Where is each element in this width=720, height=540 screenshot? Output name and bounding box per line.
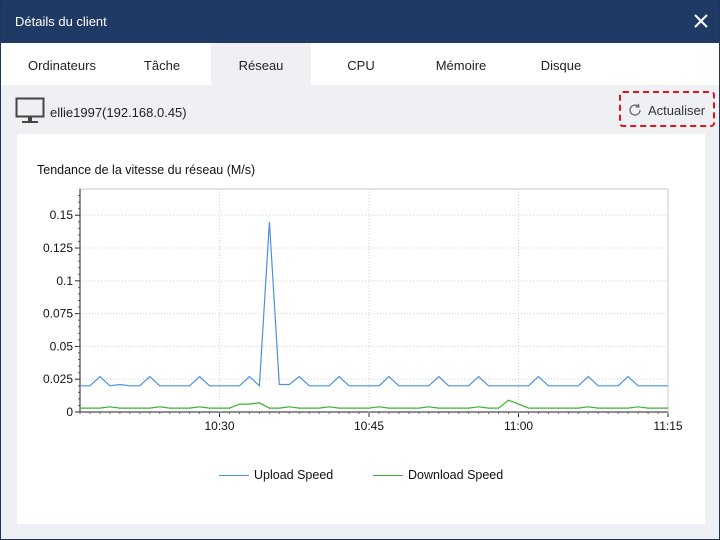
y-tick-label: 0.15	[50, 208, 74, 222]
y-tick-label: 0.075	[43, 307, 73, 321]
client-details-window: Détails du client Ordinateurs Tâche Rése…	[0, 0, 720, 540]
upload-speed-line	[80, 221, 668, 388]
client-name: ellie1997(192.168.0.45)	[50, 105, 187, 120]
x-tick-label: 11:00	[504, 419, 533, 433]
refresh-button[interactable]: Actualiser	[619, 91, 715, 127]
tab-reseau[interactable]: Réseau	[211, 43, 311, 85]
tab-ordinateurs[interactable]: Ordinateurs	[1, 43, 123, 85]
x-tick-label: 10:45	[354, 419, 384, 433]
refresh-icon	[629, 103, 641, 116]
close-icon[interactable]	[689, 9, 713, 33]
tab-tache[interactable]: Tâche	[123, 43, 201, 85]
y-tick-label: 0.025	[43, 372, 73, 386]
y-tick-label: 0.125	[43, 241, 73, 255]
x-tick-label: 10:30	[205, 419, 235, 433]
y-tick-label: 0.1	[56, 274, 73, 288]
network-chart-panel: Tendance de la vitesse du réseau (M/s) 0…	[17, 134, 705, 524]
download-speed-line	[80, 399, 668, 409]
tab-bar: Ordinateurs Tâche Réseau CPU Mémoire Dis…	[1, 43, 719, 85]
client-info-bar: ellie1997(192.168.0.45) Actualiser	[1, 85, 719, 133]
refresh-label: Actualiser	[648, 103, 706, 118]
title-bar: Détails du client	[1, 1, 719, 43]
y-tick-label: 0	[66, 405, 73, 419]
legend-upload-swatch	[219, 475, 249, 476]
tab-cpu[interactable]: CPU	[321, 43, 401, 85]
monitor-icon	[15, 97, 45, 123]
legend-upload-label: Upload Speed	[254, 468, 334, 482]
tab-disque[interactable]: Disque	[516, 43, 606, 85]
y-tick-label: 0.05	[50, 339, 74, 353]
x-tick-label: 11:15	[653, 419, 682, 433]
plot-frame	[79, 188, 669, 413]
network-speed-chart: 0 0.025 0.05 0.075 0.1 0.125 0.15 10:30 10:45 11:…	[43, 188, 683, 433]
window-title: Détails du client	[15, 14, 107, 29]
legend-download-label: Download Speed	[408, 468, 504, 482]
legend-download-swatch	[373, 475, 403, 476]
tab-memoire[interactable]: Mémoire	[411, 43, 511, 85]
